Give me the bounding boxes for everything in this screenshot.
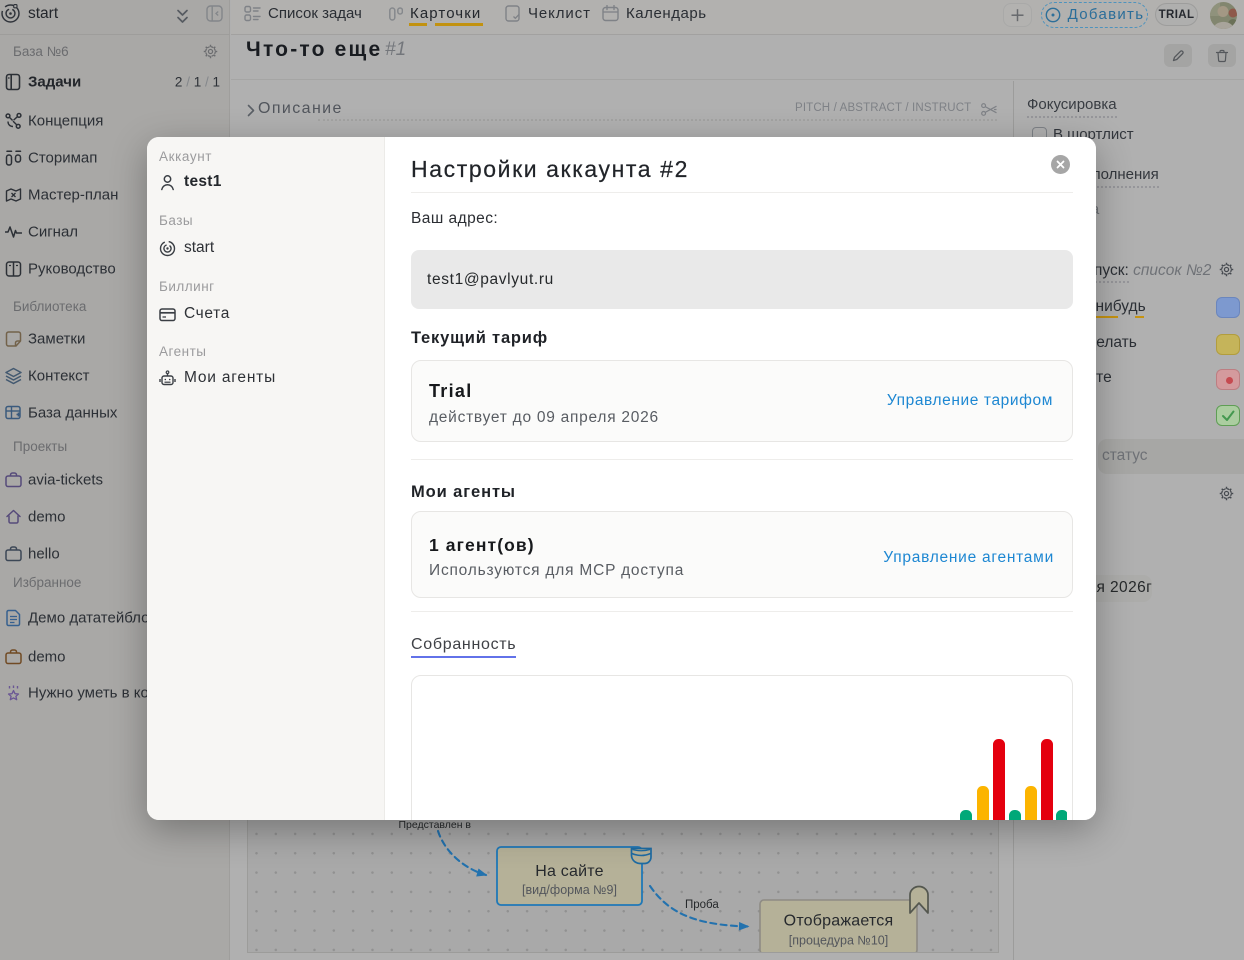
svg-text:Отображается: Отображается bbox=[784, 913, 894, 930]
svg-text:Проба: Проба bbox=[685, 899, 719, 911]
svg-text:Представлен в: Представлен в bbox=[399, 819, 472, 831]
svg-text:На сайте: На сайте bbox=[535, 863, 603, 880]
svg-text:[вид/форма №9]: [вид/форма №9] bbox=[522, 883, 617, 897]
svg-text:[процедура №10]: [процедура №10] bbox=[789, 934, 888, 948]
